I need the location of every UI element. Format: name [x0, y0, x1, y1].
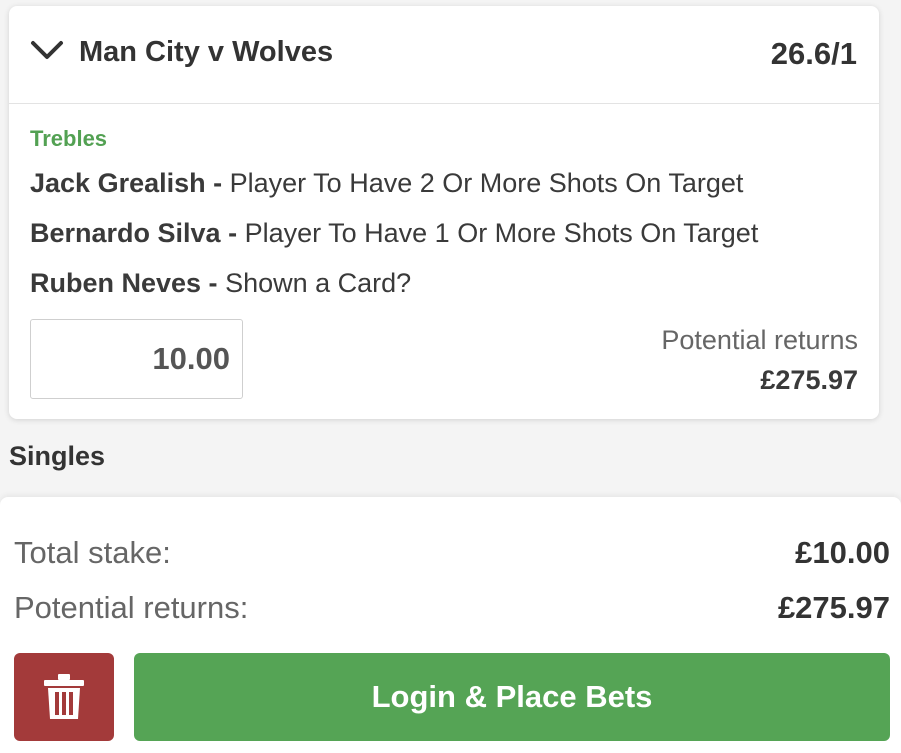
login-place-bets-button[interactable]: Login & Place Bets — [134, 653, 890, 741]
selection-market: Player To Have 2 Or More Shots On Target — [229, 168, 744, 198]
potential-returns-label: Potential returns — [661, 325, 858, 355]
total-potential-returns-label: Potential returns: — [14, 590, 249, 625]
selection-item: Bernardo Silva - Player To Have 1 Or Mor… — [30, 218, 758, 249]
stake-input[interactable] — [30, 319, 243, 399]
odds: 26.6/1 — [770, 36, 857, 71]
total-potential-returns-value: £275.97 — [777, 590, 890, 625]
chevron-down-icon[interactable] — [29, 38, 65, 62]
trash-icon — [44, 674, 84, 719]
potential-returns-value: £275.97 — [760, 365, 858, 395]
selection-player: Ruben Neves - — [30, 268, 218, 298]
match-title: Man City v Wolves — [79, 36, 334, 68]
bet-type-label: Trebles — [30, 126, 108, 151]
delete-bets-button[interactable] — [14, 653, 114, 741]
selection-player: Bernardo Silva - — [30, 218, 238, 248]
selection-player: Jack Grealish - — [30, 168, 223, 198]
selection-market: Player To Have 1 Or More Shots On Target — [244, 218, 759, 248]
total-stake-value: £10.00 — [795, 535, 890, 570]
bet-card: Man City v Wolves 26.6/1 Trebles Jack Gr… — [9, 6, 879, 419]
betslip-summary: Total stake: £10.00 Potential returns: £… — [0, 497, 901, 753]
singles-heading: Singles — [9, 441, 106, 471]
selection-item: Ruben Neves - Shown a Card? — [30, 268, 411, 299]
selection-item: Jack Grealish - Player To Have 2 Or More… — [30, 168, 743, 199]
bet-card-header[interactable]: Man City v Wolves 26.6/1 — [9, 6, 879, 104]
selection-market: Shown a Card? — [225, 268, 412, 298]
total-stake-label: Total stake: — [14, 535, 171, 570]
